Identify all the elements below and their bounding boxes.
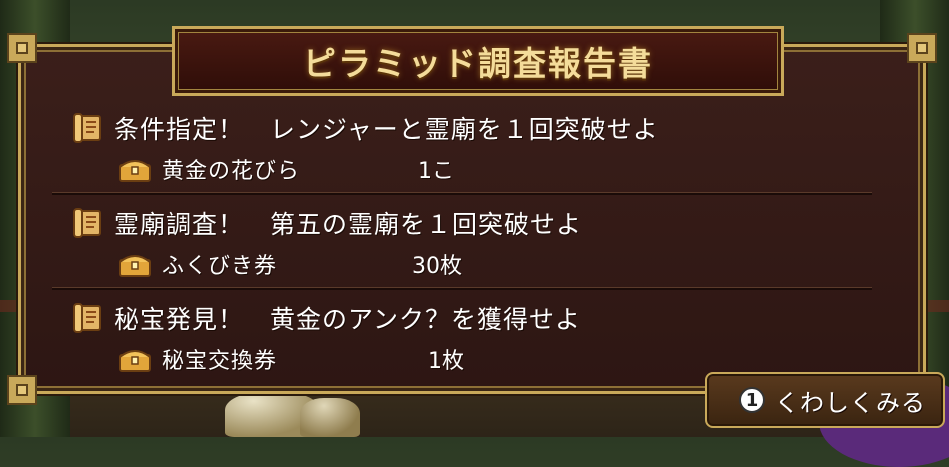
report-title: ピラミッド調査報告書 xyxy=(303,44,653,83)
details-button-label: くわしくみる xyxy=(775,388,926,417)
frame-corner xyxy=(7,375,37,405)
reward-quantity: 1枚 xyxy=(428,349,464,374)
quest-row[interactable]: 霊廟調査！ 第五の霊廟を１回突破せよ ふくびき券 30枚 xyxy=(52,193,872,288)
scroll-icon xyxy=(73,208,101,238)
quest-list: 条件指定！ レンジャーと霊廟を１回突破せよ 黄金の花びら 1こ 霊廟調査！ 第五… xyxy=(52,100,872,383)
frame-corner xyxy=(907,33,937,63)
reward-name: 黄金の花びら xyxy=(162,159,301,184)
quest-objective: 条件指定！ レンジャーと霊廟を１回突破せよ xyxy=(114,115,659,144)
reward-quantity: 30枚 xyxy=(412,254,462,279)
frame-corner xyxy=(7,33,37,63)
reward-name: 秘宝交換券 xyxy=(162,349,278,374)
reward-quantity: 1こ xyxy=(418,159,454,184)
quest-objective: 霊廟調査！ 第五の霊廟を１回突破せよ xyxy=(114,210,583,239)
treasure-chest-icon xyxy=(119,255,151,277)
treasure-chest-icon xyxy=(119,350,151,372)
title-plate: ピラミッド調査報告書 xyxy=(172,26,784,96)
controller-key-icon: 1 xyxy=(739,387,765,413)
details-button[interactable]: 1 くわしくみる xyxy=(705,372,945,428)
reward-name: ふくびき券 xyxy=(162,254,278,279)
character-feet xyxy=(300,398,360,437)
quest-objective: 秘宝発見！ 黄金のアンク？を獲得せよ xyxy=(114,305,582,334)
quest-row[interactable]: 条件指定！ レンジャーと霊廟を１回突破せよ 黄金の花びら 1こ xyxy=(52,100,872,193)
treasure-chest-icon xyxy=(119,160,151,182)
quest-row[interactable]: 秘宝発見！ 黄金のアンク？を獲得せよ 秘宝交換券 1枚 xyxy=(52,288,872,383)
scroll-icon xyxy=(73,113,101,143)
scroll-icon xyxy=(73,303,101,333)
